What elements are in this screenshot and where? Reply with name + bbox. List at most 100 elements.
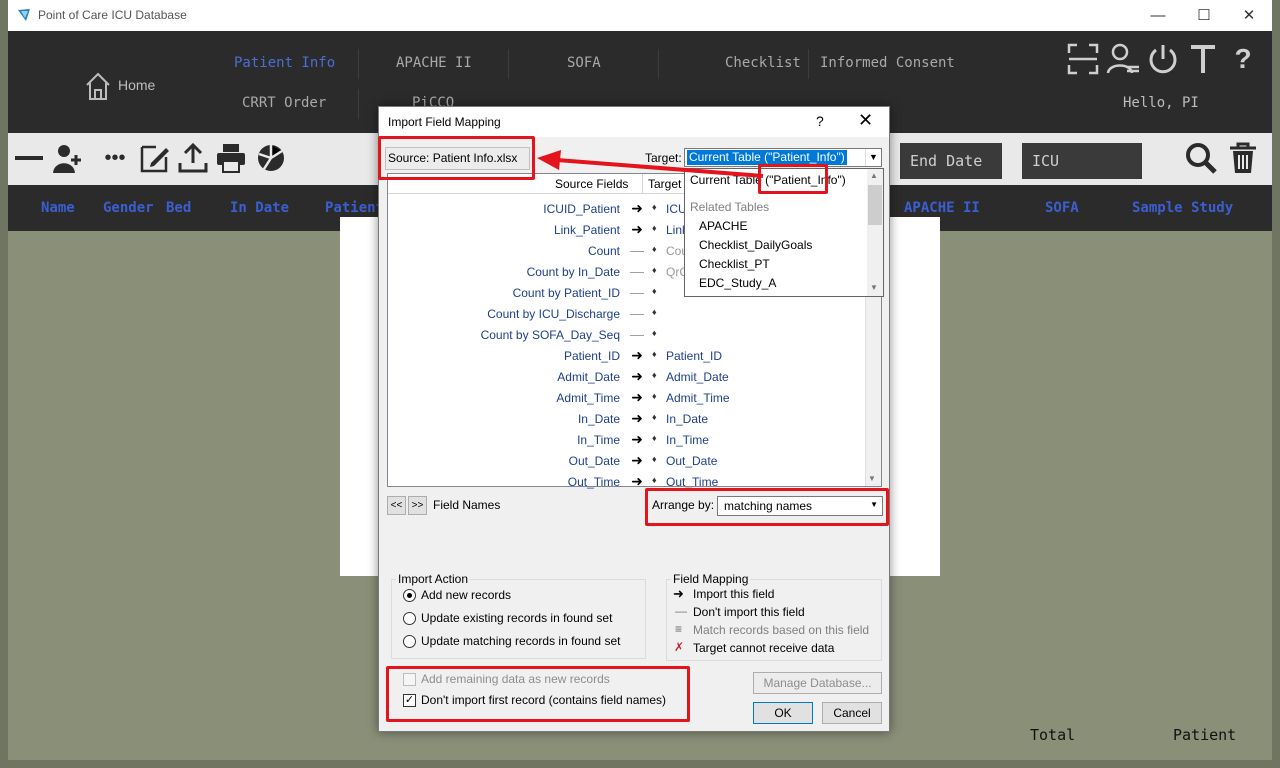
tab-checklist[interactable]: Checklist: [725, 55, 801, 71]
col-patient[interactable]: Patient: [325, 200, 384, 216]
power-icon[interactable]: [1145, 41, 1181, 77]
reorder-handle-icon[interactable]: ♦: [652, 202, 657, 212]
chevron-down-icon[interactable]: ▼: [870, 283, 878, 292]
close-window-button[interactable]: ✕: [1226, 0, 1272, 31]
radio-update-existing[interactable]: [403, 612, 416, 625]
dialog-close-button[interactable]: ✕: [858, 110, 873, 131]
tab-informed-consent[interactable]: Informed Consent: [820, 55, 955, 71]
user-settings-icon[interactable]: [1105, 41, 1141, 77]
legend-skip: Don't import this field: [693, 605, 805, 619]
tab-crrt-order[interactable]: CRRT Order: [242, 95, 326, 111]
tab-apache-ii[interactable]: APACHE II: [396, 55, 472, 71]
dropdown-item-edc-study-a[interactable]: EDC_Study_A: [699, 276, 776, 290]
chevron-up-icon[interactable]: ▲: [870, 171, 878, 180]
legend-cannot-receive: Target cannot receive data: [693, 641, 835, 655]
chevron-down-icon[interactable]: ▼: [865, 149, 881, 166]
import-arrow-icon[interactable]: ➜: [628, 452, 646, 469]
col-name[interactable]: Name: [41, 200, 75, 216]
add-user-icon[interactable]: [50, 141, 84, 175]
import-arrow-icon[interactable]: ➜: [628, 221, 646, 238]
manage-database-button[interactable]: Manage Database...: [753, 672, 882, 694]
reorder-handle-icon[interactable]: ♦: [652, 223, 657, 233]
reorder-handle-icon[interactable]: ♦: [652, 349, 657, 359]
trash-icon[interactable]: [1226, 141, 1260, 175]
dropdown-item-checklist-pt[interactable]: Checklist_PT: [699, 257, 770, 271]
reorder-handle-icon[interactable]: ♦: [652, 433, 657, 443]
tab-sofa[interactable]: SOFA: [567, 55, 601, 71]
cancel-button[interactable]: Cancel: [822, 702, 882, 724]
skip-dash-icon[interactable]: —: [628, 305, 646, 321]
skip-dash-icon[interactable]: —: [628, 263, 646, 279]
col-in-date[interactable]: In Date: [230, 200, 289, 216]
more-icon[interactable]: •••: [98, 141, 132, 175]
mapping-row[interactable]: Admit_Date ➜ ♦ Admit_Date: [388, 367, 866, 388]
chart-icon[interactable]: [254, 141, 288, 175]
import-arrow-icon[interactable]: ➜: [628, 410, 646, 427]
import-arrow-icon[interactable]: ➜: [628, 368, 646, 385]
skip-dash-icon[interactable]: —: [628, 242, 646, 258]
mapping-row[interactable]: Count by SOFA_Day_Seq — ♦: [388, 325, 866, 346]
target-highlight: [758, 164, 828, 194]
import-arrow-icon[interactable]: ➜: [628, 431, 646, 448]
update-matching-label[interactable]: Update matching records in found set: [421, 634, 620, 648]
scroll-down-icon[interactable]: ▼: [868, 474, 876, 483]
text-tool-icon[interactable]: [1185, 41, 1221, 77]
reorder-handle-icon[interactable]: ♦: [652, 328, 657, 338]
dialog-help-button[interactable]: ?: [816, 113, 824, 129]
reorder-handle-icon[interactable]: ♦: [652, 244, 657, 254]
next-record-button[interactable]: >>: [408, 496, 427, 515]
arrange-highlight: [645, 488, 889, 526]
dropdown-item-checklist-dailygoals[interactable]: Checklist_DailyGoals: [699, 238, 812, 252]
remove-icon[interactable]: [12, 141, 46, 175]
maximize-button[interactable]: ☐: [1181, 0, 1227, 31]
end-date-filter[interactable]: End Date: [900, 143, 1002, 179]
col-gender[interactable]: Gender: [103, 200, 154, 216]
prev-record-button[interactable]: <<: [387, 496, 406, 515]
col-sample-study[interactable]: Sample Study: [1132, 200, 1233, 216]
import-arrow-icon[interactable]: ➜: [628, 200, 646, 217]
skip-dash-icon[interactable]: —: [628, 284, 646, 300]
update-existing-label[interactable]: Update existing records in found set: [421, 611, 612, 625]
mapping-row[interactable]: In_Date ➜ ♦ In_Date: [388, 409, 866, 430]
mapping-row[interactable]: Admit_Time ➜ ♦ Admit_Time: [388, 388, 866, 409]
edit-icon[interactable]: [138, 141, 172, 175]
reorder-handle-icon[interactable]: ♦: [652, 475, 657, 485]
add-new-records-label[interactable]: Add new records: [421, 588, 511, 602]
reorder-handle-icon[interactable]: ♦: [652, 370, 657, 380]
col-sofa[interactable]: SOFA: [1045, 200, 1079, 216]
radio-update-matching[interactable]: [403, 635, 416, 648]
minimize-button[interactable]: —: [1135, 0, 1181, 31]
print-icon[interactable]: [214, 141, 248, 175]
col-bed[interactable]: Bed: [166, 200, 191, 216]
source-field: Patient_ID: [563, 349, 620, 363]
import-arrow-icon[interactable]: ➜: [628, 473, 646, 490]
reorder-handle-icon[interactable]: ♦: [652, 454, 657, 464]
scan-icon[interactable]: [1065, 41, 1101, 77]
reorder-handle-icon[interactable]: ♦: [652, 307, 657, 317]
source-field: Link_Patient: [553, 223, 620, 237]
title-bar: Point of Care ICU Database — ☐ ✕: [8, 0, 1272, 31]
tab-patient-info[interactable]: Patient Info: [234, 55, 335, 71]
icu-discharge-filter[interactable]: ICU Discharge: [1022, 143, 1142, 206]
col-apache-ii[interactable]: APACHE II: [904, 200, 980, 216]
search-icon[interactable]: [1184, 141, 1218, 175]
import-arrow-icon[interactable]: ➜: [628, 347, 646, 364]
reorder-handle-icon[interactable]: ♦: [652, 412, 657, 422]
upload-icon[interactable]: [176, 141, 210, 175]
mapping-row[interactable]: Count by ICU_Discharge — ♦: [388, 304, 866, 325]
mapping-row[interactable]: Patient_ID ➜ ♦ Patient_ID: [388, 346, 866, 367]
radio-add-new-records[interactable]: [403, 589, 416, 602]
ok-button[interactable]: OK: [753, 702, 813, 724]
dropdown-scrollbar[interactable]: ▲ ▼: [867, 169, 883, 296]
reorder-handle-icon[interactable]: ♦: [652, 265, 657, 275]
dropdown-scroll-thumb[interactable]: [868, 185, 882, 225]
mapping-row[interactable]: Out_Date ➜ ♦ Out_Date: [388, 451, 866, 472]
help-icon[interactable]: ?: [1225, 41, 1261, 77]
reorder-handle-icon[interactable]: ♦: [652, 391, 657, 401]
reorder-handle-icon[interactable]: ♦: [652, 286, 657, 296]
skip-dash-icon[interactable]: —: [628, 326, 646, 342]
mapping-row[interactable]: In_Time ➜ ♦ In_Time: [388, 430, 866, 451]
dropdown-item-apache[interactable]: APACHE: [699, 219, 747, 233]
home-button[interactable]: Home: [84, 69, 174, 105]
import-arrow-icon[interactable]: ➜: [628, 389, 646, 406]
